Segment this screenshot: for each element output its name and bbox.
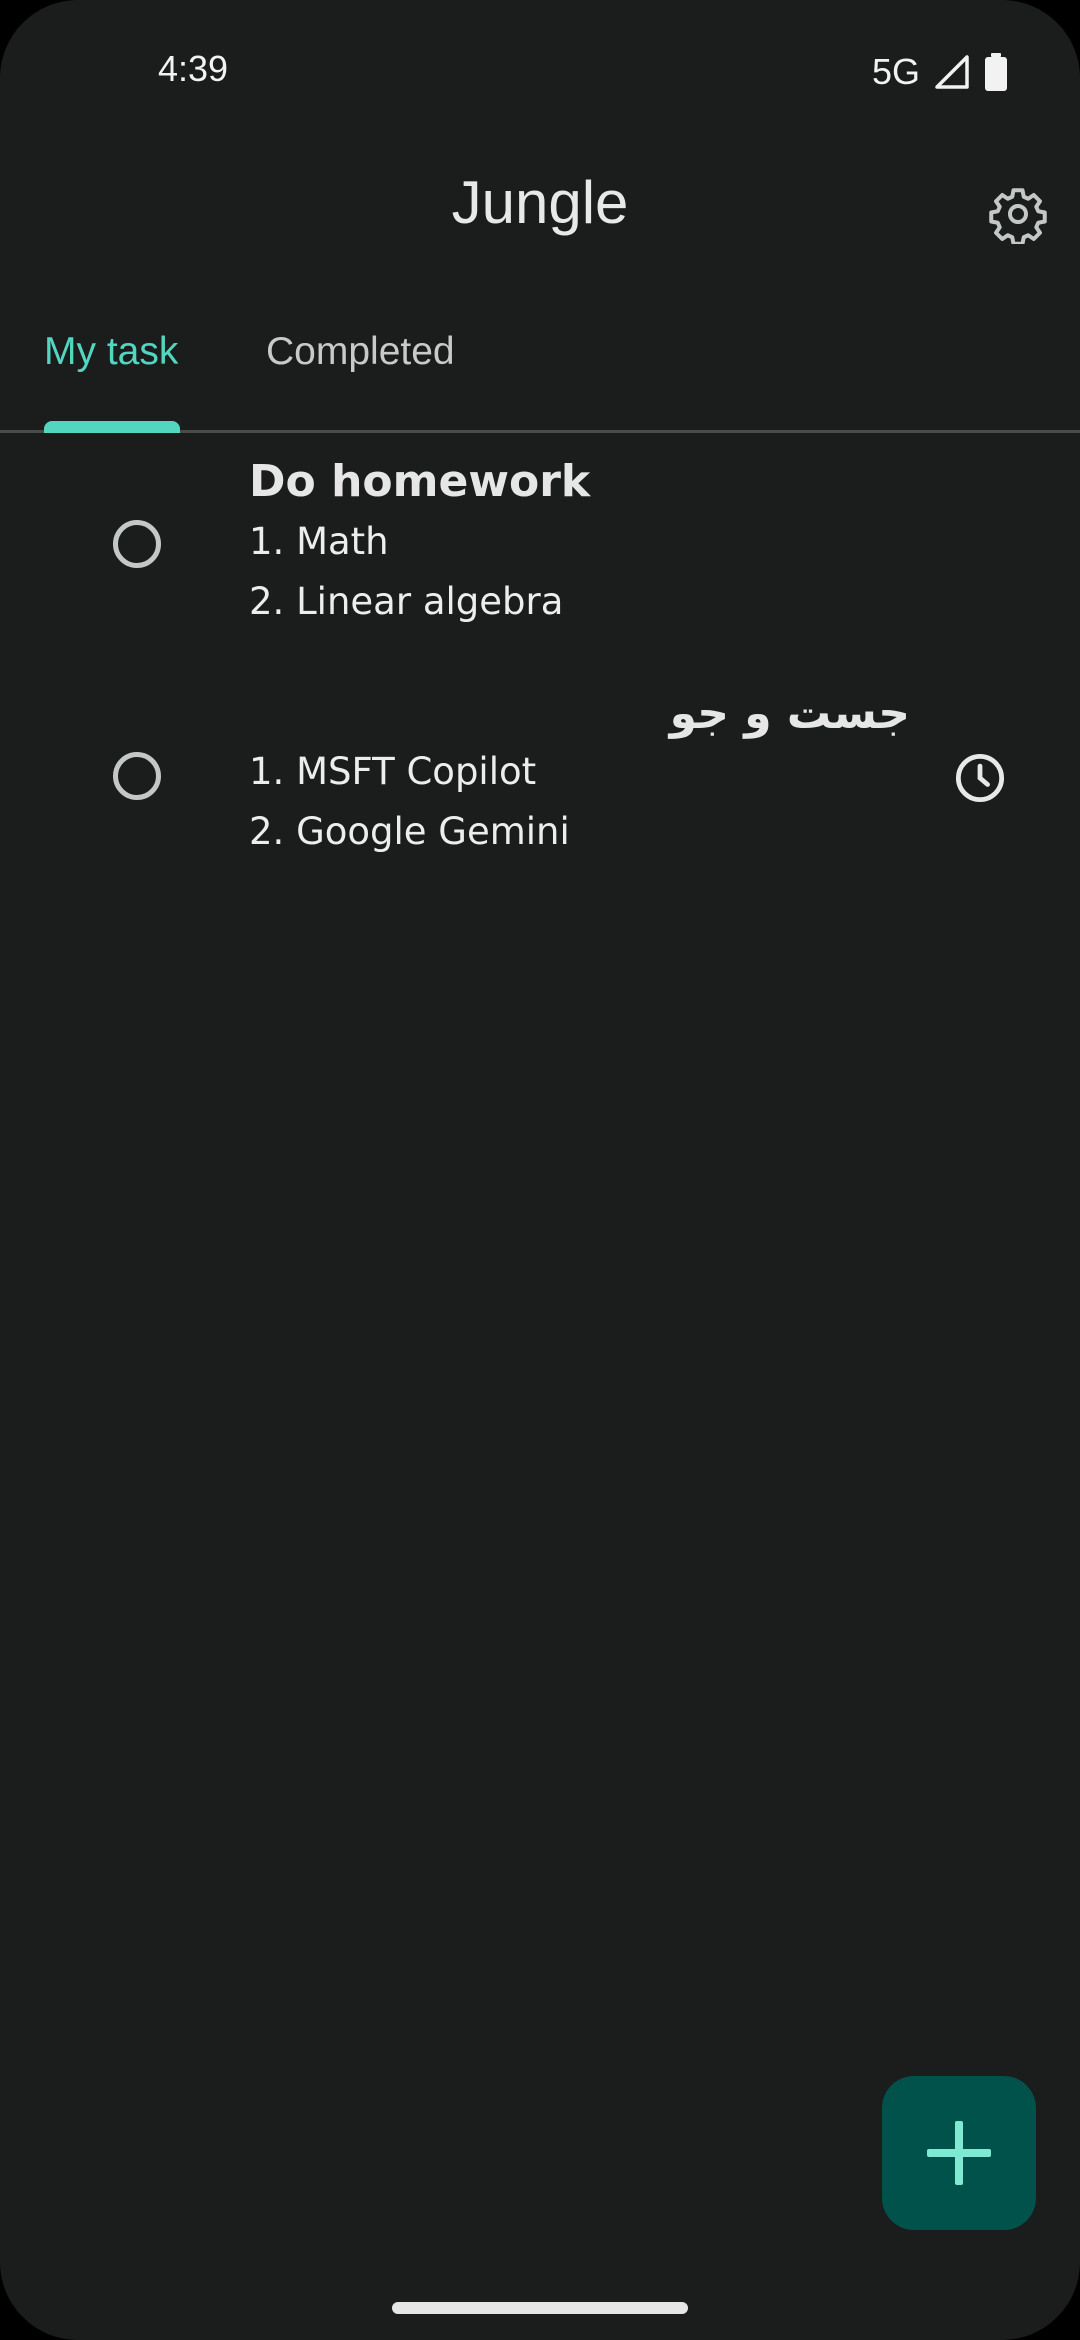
plus-icon bbox=[927, 2121, 991, 2185]
add-task-button[interactable] bbox=[882, 2076, 1036, 2230]
task-line: 1. Math bbox=[249, 520, 389, 563]
status-icons: 5G bbox=[872, 48, 1008, 96]
app-screen: 4:39 5G Jungle My task Completed Do home… bbox=[0, 0, 1080, 2340]
network-label: 5G bbox=[871, 51, 920, 92]
tab-my-task[interactable]: My task bbox=[44, 330, 178, 374]
home-indicator[interactable] bbox=[392, 2302, 688, 2314]
settings-button[interactable] bbox=[984, 180, 1052, 248]
task-line: 2. Linear algebra bbox=[249, 580, 564, 623]
app-title: Jungle bbox=[451, 169, 629, 236]
task-title: جست و جو bbox=[669, 688, 910, 739]
tab-completed[interactable]: Completed bbox=[266, 330, 455, 374]
battery-icon bbox=[985, 53, 1007, 91]
task-line: 2. Google Gemini bbox=[249, 810, 570, 853]
gear-icon bbox=[989, 188, 1047, 244]
task-checkbox[interactable] bbox=[113, 520, 161, 568]
task-title: Do homework bbox=[249, 456, 591, 507]
status-time: 4:39 bbox=[158, 48, 229, 89]
tab-bar: My task Completed bbox=[0, 300, 1080, 433]
task-line: 1. MSFT Copilot bbox=[249, 750, 537, 793]
task-checkbox[interactable] bbox=[113, 752, 161, 800]
signal-icon bbox=[935, 55, 969, 89]
clock-icon[interactable] bbox=[954, 752, 1006, 804]
tab-indicator bbox=[44, 421, 180, 433]
